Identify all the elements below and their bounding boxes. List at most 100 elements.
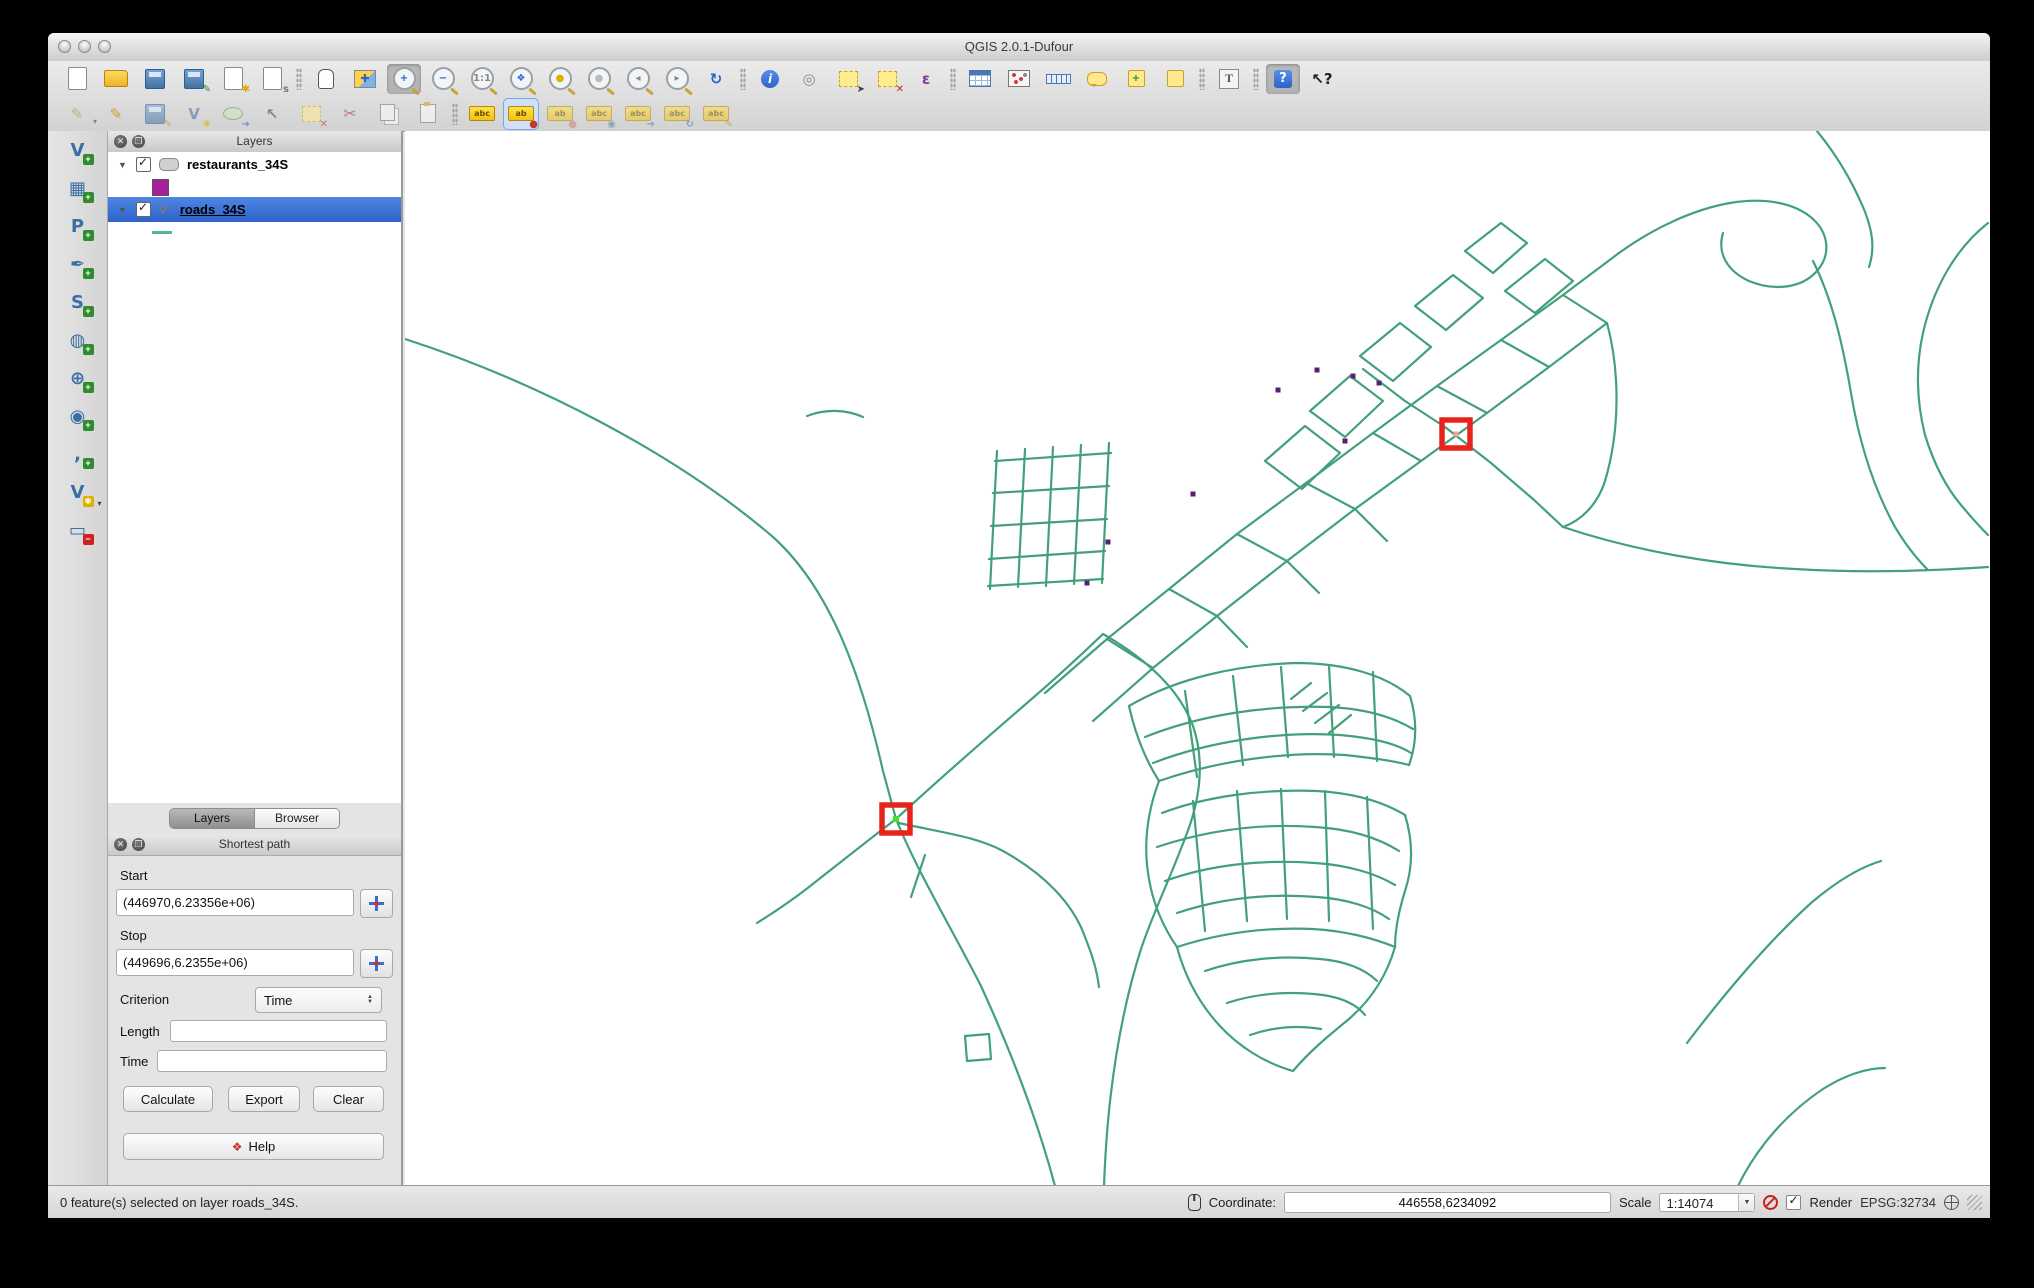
label-show-hide-button[interactable]: abc◉ (582, 99, 616, 129)
crs-globe-icon[interactable] (1944, 1195, 1959, 1210)
pan-to-selection-button[interactable] (348, 64, 382, 94)
clear-button[interactable]: Clear (313, 1086, 384, 1112)
show-bookmarks-button[interactable] (1158, 64, 1192, 94)
title-bar[interactable]: QGIS 2.0.1-Dufour (48, 33, 1990, 62)
new-shapefile-layer-button[interactable]: V✱▾ (57, 474, 99, 511)
help-button[interactable]: ❖ Help (123, 1133, 384, 1160)
layer-item-roads_34S[interactable]: ▼V°roads_34S (108, 197, 401, 222)
map-tips-button[interactable] (1080, 64, 1114, 94)
new-shapefile-layer-dropdown-icon[interactable]: ▾ (97, 499, 101, 508)
toggle-editing-button[interactable]: ✎ (99, 99, 133, 129)
current-edits-dropdown-icon[interactable]: ▾ (93, 117, 97, 126)
layer-name-label[interactable]: restaurants_34S (187, 157, 288, 172)
zoom-to-selection-button[interactable]: ● (582, 64, 616, 94)
label-properties-button[interactable]: abc✎ (699, 99, 733, 129)
layer-visibility-checkbox[interactable] (136, 202, 151, 217)
whats-this-button[interactable]: ↖? (1305, 64, 1339, 94)
delete-selected-button[interactable]: ✕ (294, 99, 328, 129)
label-highlight-pinned-button[interactable]: ab● (543, 99, 577, 129)
refresh-map-button[interactable]: ↻ (699, 64, 733, 94)
layer-name-label[interactable]: roads_34S (180, 202, 246, 217)
add-feature-button[interactable]: V✱ (177, 99, 211, 129)
composer-manager-button[interactable]: s (255, 64, 289, 94)
add-wcs-layer-button[interactable]: ⊕+ (57, 360, 99, 397)
disclosure-triangle-icon[interactable]: ▼ (118, 160, 128, 170)
add-delimited-text-layer-button[interactable]: ,+ (57, 436, 99, 473)
calculate-button[interactable]: Calculate (123, 1086, 213, 1112)
zoom-next-button[interactable]: ▸ (660, 64, 694, 94)
node-tool-button[interactable]: ↖ (255, 99, 289, 129)
pan-map-button[interactable] (309, 64, 343, 94)
save-layer-edits-button[interactable]: ✎ (138, 99, 172, 129)
add-postgis-layer-button[interactable]: P+ (57, 208, 99, 245)
add-spatialite-layer-button[interactable]: ✒+ (57, 246, 99, 283)
tab-browser[interactable]: Browser (254, 809, 339, 828)
layer-item-restaurants_34S[interactable]: ▼ restaurants_34S (108, 152, 401, 177)
road-feature (1233, 676, 1243, 765)
save-project-button[interactable] (138, 64, 172, 94)
start-input[interactable] (116, 889, 354, 916)
layers-panel-close-icon[interactable]: ✕ (114, 135, 127, 148)
coordinate-input[interactable]: 446558,6234092 (1284, 1192, 1611, 1213)
help-contents-button[interactable]: ? (1266, 64, 1300, 94)
identify-features-button[interactable]: i (753, 64, 787, 94)
add-wms-layer-button[interactable]: ◍+ (57, 322, 99, 359)
deselect-features-button[interactable]: ✕ (870, 64, 904, 94)
add-wfs-layer-button[interactable]: ◉+ (57, 398, 99, 435)
zoom-last-button[interactable]: ◂ (621, 64, 655, 94)
time-output[interactable] (157, 1050, 387, 1072)
shortest-path-float-icon[interactable]: ❐ (132, 838, 145, 851)
save-project-as-button[interactable]: ✎ (177, 64, 211, 94)
zoom-in-button[interactable]: + (387, 64, 421, 94)
scale-combo[interactable]: 1:14074 ▼ (1659, 1193, 1755, 1212)
length-output[interactable] (170, 1020, 387, 1042)
start-capture-button[interactable] (360, 889, 393, 918)
label-pin-button[interactable]: ab● (504, 99, 538, 129)
disclosure-triangle-icon[interactable]: ▼ (118, 205, 128, 215)
cut-features-button[interactable]: ✂ (333, 99, 367, 129)
scale-dropdown-icon[interactable]: ▼ (1738, 1194, 1754, 1211)
add-mssql-layer-button[interactable]: S+ (57, 284, 99, 321)
window-resize-grip[interactable] (1967, 1195, 1982, 1210)
stop-capture-button[interactable] (360, 949, 393, 978)
label-move-button[interactable]: abc➜ (621, 99, 655, 129)
move-feature-button[interactable]: ➜ (216, 99, 250, 129)
help-button-icon: ❖ (232, 1140, 243, 1154)
stop-render-icon[interactable] (1763, 1195, 1778, 1210)
copy-features-button[interactable] (372, 99, 406, 129)
map-canvas[interactable] (405, 131, 1990, 1186)
road-feature (1465, 223, 1527, 273)
open-attribute-table-button[interactable] (963, 64, 997, 94)
shortest-path-close-icon[interactable]: ✕ (114, 838, 127, 851)
label-rotate-button[interactable]: abc↻ (660, 99, 694, 129)
select-by-expression-button[interactable]: ε (909, 64, 943, 94)
paste-features-button[interactable] (411, 99, 445, 129)
add-raster-layer-button[interactable]: ▦+ (57, 170, 99, 207)
select-features-button[interactable]: ➤ (831, 64, 865, 94)
new-project-button[interactable] (60, 64, 94, 94)
zoom-out-button[interactable]: − (426, 64, 460, 94)
layer-visibility-checkbox[interactable] (136, 157, 151, 172)
measure-line-button[interactable] (1041, 64, 1075, 94)
mouse-position-icon[interactable] (1188, 1194, 1201, 1211)
zoom-native-button[interactable]: 1:1 (465, 64, 499, 94)
new-bookmark-button[interactable]: + (1119, 64, 1153, 94)
criterion-select[interactable]: Time ▲▼ (255, 987, 382, 1013)
layers-panel-float-icon[interactable]: ❐ (132, 135, 145, 148)
layer-tree[interactable]: ▼ restaurants_34S ▼V°roads_34S (108, 152, 401, 803)
zoom-full-button[interactable]: ❖ (504, 64, 538, 94)
stop-input[interactable] (116, 949, 354, 976)
run-feature-action-button[interactable]: ◎ (792, 64, 826, 94)
render-checkbox[interactable] (1786, 1195, 1801, 1210)
current-edits-button[interactable]: ✎▾ (60, 99, 94, 129)
labeling-button[interactable]: abc (465, 99, 499, 129)
text-annotation-button[interactable]: T (1212, 64, 1246, 94)
zoom-to-layer-button[interactable]: ● (543, 64, 577, 94)
add-vector-layer-button[interactable]: V+ (57, 132, 99, 169)
new-print-composer-button[interactable]: ✱ (216, 64, 250, 94)
open-project-button[interactable] (99, 64, 133, 94)
remove-layer-button[interactable]: ▭− (57, 512, 99, 549)
field-calculator-button[interactable] (1002, 64, 1036, 94)
tab-layers[interactable]: Layers (170, 809, 254, 828)
export-button[interactable]: Export (228, 1086, 300, 1112)
